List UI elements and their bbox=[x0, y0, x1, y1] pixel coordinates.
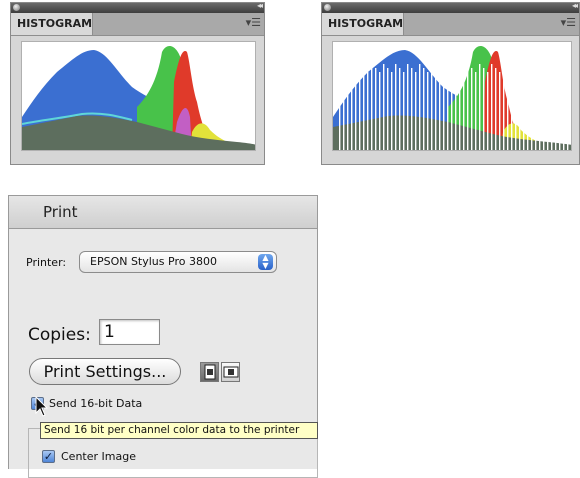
updown-arrows-icon: ▲ ▼ bbox=[258, 254, 273, 270]
panel-titlebar[interactable]: ◂◂ bbox=[11, 1, 264, 13]
histogram-gap-line bbox=[495, 68, 497, 150]
histogram-gap-line bbox=[475, 72, 477, 150]
mouse-pointer-icon bbox=[35, 396, 49, 417]
histogram-gap-line bbox=[515, 64, 517, 150]
printer-select[interactable]: EPSON Stylus Pro 3800 ▲ ▼ bbox=[79, 251, 277, 273]
copies-field[interactable]: 1 bbox=[99, 319, 160, 345]
center-image-label: Center Image bbox=[61, 450, 136, 463]
histogram-gap-line bbox=[347, 64, 349, 150]
histogram-gap-line bbox=[371, 64, 373, 150]
printer-select-value: EPSON Stylus Pro 3800 bbox=[90, 255, 217, 268]
histogram-gap-line bbox=[535, 72, 537, 150]
histogram-gap-line bbox=[387, 68, 389, 150]
histogram-gap-line bbox=[339, 68, 341, 150]
panel-menu-icon[interactable]: ▾☰ bbox=[561, 16, 576, 29]
histogram-gap-line bbox=[443, 64, 445, 150]
panel-tab-row: HISTOGRAM ▾☰ bbox=[322, 13, 579, 36]
histogram-gap-line bbox=[375, 68, 377, 150]
histogram-gap-line bbox=[559, 72, 561, 150]
send-16bit-label: Send 16-bit Data bbox=[49, 397, 143, 410]
histogram-gap-line bbox=[407, 64, 409, 150]
panel-tab-row: HISTOGRAM ▾☰ bbox=[11, 13, 264, 36]
histogram-display bbox=[21, 41, 256, 151]
histogram-gap-line bbox=[507, 68, 509, 150]
histogram-gap-line bbox=[567, 68, 569, 150]
histogram-gap-line bbox=[427, 72, 429, 150]
histogram-gap-line bbox=[547, 72, 549, 150]
histogram-gap-line bbox=[367, 72, 369, 150]
histogram-gap-line bbox=[419, 64, 421, 150]
histogram-gap-line bbox=[479, 64, 481, 150]
histogram-gap-line bbox=[467, 64, 469, 150]
histogram-display bbox=[332, 41, 572, 151]
close-icon[interactable] bbox=[324, 4, 331, 11]
panel-menu-icon[interactable]: ▾☰ bbox=[246, 16, 261, 29]
histogram-gap-line bbox=[503, 64, 505, 150]
histogram-gap-line bbox=[555, 68, 557, 150]
histogram-gap-line bbox=[539, 64, 541, 150]
histogram-gap-line bbox=[363, 68, 365, 150]
histogram-gap-line bbox=[423, 68, 425, 150]
histogram-gap-line bbox=[411, 68, 413, 150]
close-icon[interactable] bbox=[13, 4, 20, 11]
histogram-gap-line bbox=[459, 68, 461, 150]
tab-histogram[interactable]: HISTOGRAM bbox=[322, 13, 404, 35]
histogram-panel-smooth: ◂◂ HISTOGRAM ▾☰ bbox=[10, 1, 265, 165]
histogram-gap-line bbox=[487, 72, 489, 150]
histogram-gap-line bbox=[519, 68, 521, 150]
collapse-icon[interactable]: ◂◂ bbox=[257, 1, 263, 10]
histogram-panel-combed: ◂◂ HISTOGRAM ▾☰ bbox=[321, 1, 580, 165]
histogram-gap-line bbox=[523, 72, 525, 150]
print-dialog-title: Print bbox=[9, 196, 317, 229]
histogram-gap-line bbox=[395, 64, 397, 150]
histogram-gap-line bbox=[463, 72, 465, 150]
histogram-gap-line bbox=[343, 72, 345, 150]
histogram-gap-line bbox=[447, 68, 449, 150]
landscape-orientation-button[interactable] bbox=[221, 362, 240, 382]
histogram-gap-line bbox=[403, 72, 405, 150]
histogram-gap-line bbox=[431, 64, 433, 150]
histogram-gap-line bbox=[399, 68, 401, 150]
tooltip: Send 16 bit per channel color data to th… bbox=[40, 422, 318, 439]
histogram-gap-line bbox=[351, 68, 353, 150]
collapse-icon[interactable]: ◂◂ bbox=[572, 1, 578, 10]
tab-histogram[interactable]: HISTOGRAM bbox=[11, 13, 93, 35]
histogram-gap-line bbox=[359, 64, 361, 150]
histogram-gap-line bbox=[451, 72, 453, 150]
histogram-gap-line bbox=[483, 68, 485, 150]
histogram-gap-line bbox=[511, 72, 513, 150]
copies-label: Copies: bbox=[28, 325, 91, 345]
histogram-gap-line bbox=[439, 72, 441, 150]
print-settings-button[interactable]: Print Settings... bbox=[29, 358, 181, 385]
histogram-gap-line bbox=[471, 68, 473, 150]
histogram-gap-line bbox=[391, 72, 393, 150]
histogram-gap-line bbox=[543, 68, 545, 150]
histogram-gap-line bbox=[499, 72, 501, 150]
portrait-orientation-icon bbox=[204, 364, 216, 380]
histogram-gap-line bbox=[435, 68, 437, 150]
histogram-gap-line bbox=[355, 72, 357, 150]
center-image-checkbox[interactable]: ✓ bbox=[42, 450, 55, 463]
histogram-gap-line bbox=[415, 72, 417, 150]
histogram-gap-line bbox=[383, 64, 385, 150]
histogram-gap-line bbox=[455, 64, 457, 150]
histogram-gap-line bbox=[551, 64, 553, 150]
histogram-gap-line bbox=[531, 68, 533, 150]
histogram-gap-line bbox=[563, 64, 565, 150]
portrait-orientation-button[interactable] bbox=[200, 362, 219, 382]
histogram-gap-line bbox=[379, 72, 381, 150]
histogram-gap-line bbox=[491, 64, 493, 150]
landscape-orientation-icon bbox=[223, 366, 239, 378]
printer-label: Printer: bbox=[26, 256, 67, 269]
print-dialog: Print Printer: EPSON Stylus Pro 3800 ▲ ▼ … bbox=[8, 195, 318, 478]
panel-titlebar[interactable]: ◂◂ bbox=[322, 1, 579, 13]
histogram-gap-line bbox=[527, 64, 529, 150]
